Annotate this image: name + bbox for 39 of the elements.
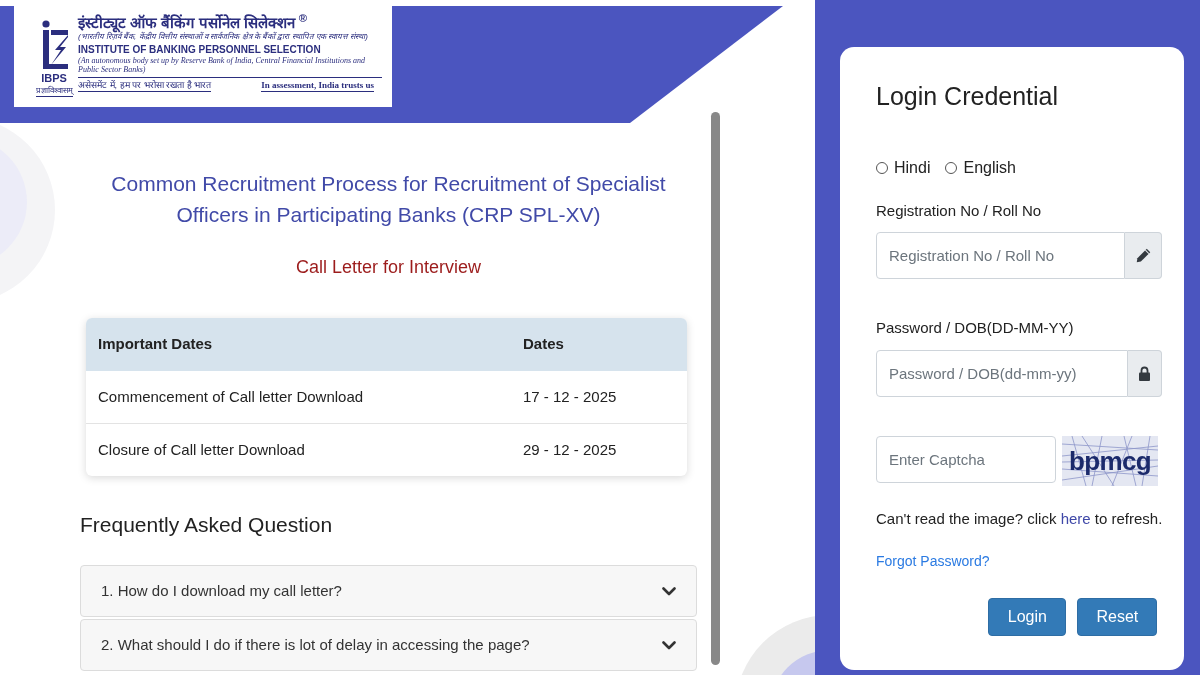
logo-tagline: In assessment, India trusts us <box>261 80 374 92</box>
page-title: Common Recruitment Process for Recruitment of Specialist Officers in Participating Banks (CRP SPL-XV) <box>110 171 667 228</box>
bolt-emblem-icon <box>40 20 68 70</box>
reset-button[interactable]: Reset <box>1077 598 1158 636</box>
refresh-link[interactable]: here <box>1060 510 1091 527</box>
forgot-password-link[interactable]: Forgot Password? <box>876 551 990 571</box>
radio-label[interactable]: Hindi <box>894 158 931 178</box>
field-label: Registration No / Roll No <box>876 201 1043 221</box>
input-field[interactable]: Password / DOB(dd-mm-yy) <box>876 350 1129 397</box>
faq-heading: Frequently Asked Question <box>80 512 334 538</box>
input-field[interactable]: Registration No / Roll No <box>876 232 1126 279</box>
table-cell-text: 17 - 12 - 2025 <box>522 386 618 407</box>
scrollbar-thumb[interactable] <box>711 112 720 665</box>
table-header-cell: Important Dates <box>86 318 511 371</box>
radio-button[interactable] <box>876 162 888 174</box>
login-title: Login Credential <box>876 81 1060 112</box>
radio-label[interactable]: English <box>963 158 1016 178</box>
lock-icon <box>1139 366 1151 381</box>
faq-item[interactable]: 2. What should I do if there is lot of delay in accessing the page? <box>80 619 697 671</box>
captcha-image: bpmcg <box>1062 436 1158 486</box>
refresh-hint: Can't read the image? click here to refresh. <box>876 509 1163 529</box>
input-field[interactable]: Enter Captcha <box>876 436 1056 483</box>
logo-hindi-subtitle: (भारतीय रिज़र्व बैंक, केंद्रीय वित्तीय संस्थाओं व सार्वजनिक क्षेत्र के बैंकों द्वारा स्थापित एक स्वायत्त संस्था) <box>78 31 369 42</box>
logo-subtitle: (An autonomous body set up by Reserve Bank of India, Central Financial Institutions and Public Sector Banks) <box>78 56 367 74</box>
logo-motto: प्रज्ञाविश्वासम् <box>35 86 73 97</box>
faq-item[interactable]: 1. How do I download my call letter? <box>80 565 697 617</box>
pencil-icon <box>1135 248 1151 263</box>
logo-title: INSTITUTE OF BANKING PERSONNEL SELECTION <box>78 44 322 56</box>
logo-hindi-tagline: असेसमेंट में, हम पर भरोसा रखता है भारत <box>78 80 211 92</box>
table-cell-text: 29 - 12 - 2025 <box>522 439 618 460</box>
login-button[interactable]: Login <box>988 598 1067 636</box>
page-subtitle: Call Letter for Interview <box>294 256 483 279</box>
field-label: Password / DOB(DD-MM-YY) <box>876 318 1075 338</box>
logo-abbreviation: IBPS <box>41 72 67 84</box>
table-cell-text: Closure of Call letter Download <box>97 439 306 460</box>
radio-button[interactable] <box>945 162 958 174</box>
table-cell-text: Commencement of Call letter Download <box>97 386 365 407</box>
logo-hindi-title: इंस्टीट्यूट ऑफ बैंकिंग पर्सोनेल सिलेक्शन $^{®}$ <box>78 14 308 31</box>
table-header-cell: Dates <box>511 318 687 371</box>
